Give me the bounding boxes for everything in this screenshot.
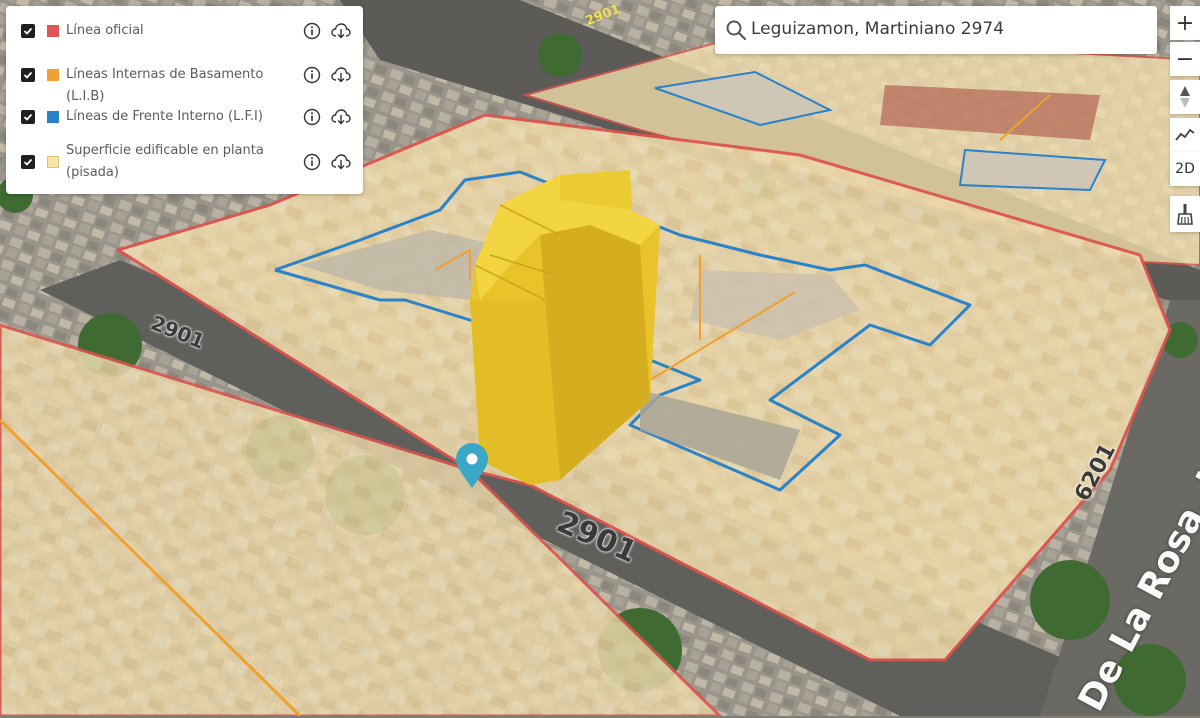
legend-item-lfi: Líneas de Frente Interno (L.F.I) — [6, 104, 363, 128]
swatch-linea-oficial — [47, 25, 59, 37]
clear-button[interactable] — [1170, 196, 1200, 232]
legend-item-linea-oficial: Línea oficial — [6, 18, 363, 42]
checkbox-lfi[interactable] — [21, 110, 35, 124]
cloud-download-icon[interactable] — [331, 107, 351, 127]
search-icon[interactable] — [725, 19, 747, 41]
info-icon[interactable] — [302, 107, 322, 127]
line-chart-icon — [1175, 128, 1195, 141]
checkbox-superficie[interactable] — [21, 155, 35, 169]
cloud-download-icon[interactable] — [331, 21, 351, 41]
compass-icon — [1180, 86, 1190, 108]
swatch-lfi — [47, 111, 59, 123]
legend-panel: Línea oficial Líneas Internas de Basamen… — [6, 6, 363, 194]
measure-button[interactable] — [1170, 118, 1200, 152]
legend-item-lib: Líneas Internas de Basamento (L.I.B) — [6, 62, 363, 104]
legend-label: Líneas Internas de Basamento (L.I.B) — [66, 67, 264, 104]
compass-button[interactable] — [1170, 80, 1200, 114]
checkbox-lib[interactable] — [21, 68, 35, 82]
zoom-in-button[interactable]: + — [1170, 6, 1200, 40]
swatch-superficie — [47, 156, 59, 168]
legend-item-superficie: Superficie edificable en planta (pisada) — [6, 140, 363, 188]
search-input[interactable] — [751, 14, 1141, 44]
broom-icon — [1177, 204, 1193, 225]
cloud-download-icon[interactable] — [331, 152, 351, 172]
swatch-lib — [47, 69, 59, 81]
legend-label: Líneas de Frente Interno (L.F.I) — [66, 109, 263, 124]
info-icon[interactable] — [302, 152, 322, 172]
info-icon[interactable] — [302, 65, 322, 85]
cloud-download-icon[interactable] — [331, 65, 351, 85]
search-box — [715, 6, 1157, 54]
legend-label: Superficie edificable en planta (pisada) — [66, 143, 264, 180]
zoom-out-button[interactable]: − — [1170, 42, 1200, 76]
view-2d-button[interactable]: 2D — [1170, 152, 1200, 186]
info-icon[interactable] — [302, 21, 322, 41]
checkbox-linea-oficial[interactable] — [21, 24, 35, 38]
map-toolbar: + − 2D — [1170, 6, 1200, 234]
legend-label: Línea oficial — [66, 23, 144, 38]
